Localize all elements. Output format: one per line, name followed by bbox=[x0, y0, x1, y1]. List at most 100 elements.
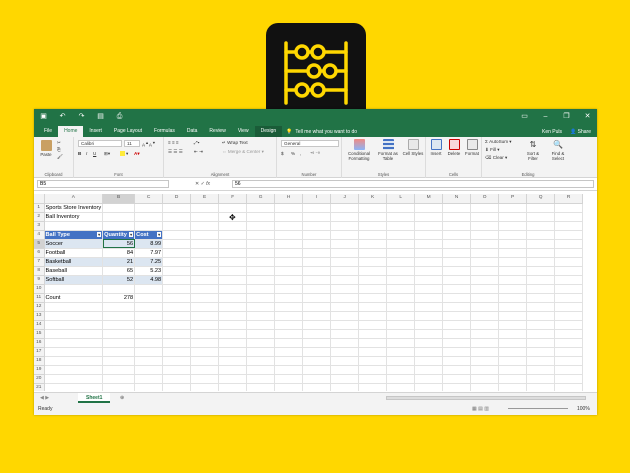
cell[interactable] bbox=[246, 257, 276, 267]
cell[interactable] bbox=[386, 266, 416, 276]
cell[interactable] bbox=[162, 347, 192, 357]
cell[interactable] bbox=[386, 356, 416, 366]
table-header-cell[interactable]: Ball Type ▾ bbox=[44, 230, 104, 240]
sheet-tab[interactable]: Sheet1 bbox=[78, 393, 111, 403]
quantity-cell[interactable]: 65 bbox=[102, 266, 136, 276]
cell[interactable] bbox=[190, 329, 220, 339]
filter-dropdown-icon[interactable]: ▾ bbox=[97, 231, 102, 237]
cell[interactable] bbox=[246, 266, 276, 276]
cell[interactable] bbox=[386, 383, 416, 391]
cell[interactable] bbox=[526, 329, 556, 339]
cell[interactable] bbox=[358, 266, 388, 276]
share-button[interactable]: 👤 Share bbox=[570, 129, 591, 135]
cell[interactable] bbox=[302, 257, 332, 267]
row-header[interactable]: 7 bbox=[34, 257, 45, 267]
cell[interactable] bbox=[218, 320, 248, 330]
ball-type-cell[interactable]: Basketball bbox=[44, 257, 104, 267]
cell[interactable] bbox=[190, 239, 220, 249]
clear-button[interactable]: ⌫ Clear ▾ bbox=[485, 155, 507, 161]
cell[interactable] bbox=[414, 248, 444, 258]
row-header[interactable]: 6 bbox=[34, 248, 45, 258]
col-header[interactable]: O bbox=[470, 194, 500, 204]
cell[interactable] bbox=[414, 356, 444, 366]
cell[interactable] bbox=[554, 347, 584, 357]
cell[interactable] bbox=[44, 374, 104, 384]
cell[interactable] bbox=[218, 347, 248, 357]
cell[interactable] bbox=[274, 212, 304, 222]
cell[interactable] bbox=[134, 293, 164, 303]
col-header[interactable]: G bbox=[246, 194, 276, 204]
cell[interactable] bbox=[358, 230, 388, 240]
cell[interactable] bbox=[218, 302, 248, 312]
cell[interactable] bbox=[470, 356, 500, 366]
cell[interactable] bbox=[442, 347, 472, 357]
cell[interactable] bbox=[554, 302, 584, 312]
cell[interactable] bbox=[414, 212, 444, 222]
cell[interactable] bbox=[274, 338, 304, 348]
cell[interactable] bbox=[414, 221, 444, 231]
cell[interactable] bbox=[358, 275, 388, 285]
close-icon[interactable]: ✕ bbox=[584, 113, 591, 120]
cell[interactable] bbox=[470, 284, 500, 294]
cell[interactable] bbox=[358, 365, 388, 375]
cell[interactable] bbox=[274, 383, 304, 391]
cell[interactable] bbox=[442, 365, 472, 375]
cell[interactable] bbox=[498, 329, 528, 339]
cell[interactable] bbox=[134, 320, 164, 330]
cell[interactable] bbox=[414, 239, 444, 249]
fill-color-icon[interactable]: ▾ bbox=[120, 151, 128, 157]
cell[interactable] bbox=[498, 284, 528, 294]
row-header[interactable]: 14 bbox=[34, 320, 45, 330]
row-header[interactable]: 2 bbox=[34, 212, 45, 222]
cell[interactable] bbox=[386, 284, 416, 294]
cell[interactable] bbox=[274, 239, 304, 249]
col-header[interactable]: F bbox=[218, 194, 248, 204]
tab-data[interactable]: Data bbox=[181, 126, 204, 137]
cell[interactable] bbox=[330, 203, 360, 213]
cell[interactable] bbox=[554, 239, 584, 249]
cell[interactable] bbox=[190, 374, 220, 384]
sheet-title-cell[interactable]: Sports Store Inventory bbox=[44, 203, 104, 213]
cell[interactable] bbox=[190, 248, 220, 258]
cell[interactable] bbox=[190, 383, 220, 391]
tab-page-layout[interactable]: Page Layout bbox=[108, 126, 148, 137]
sort-filter-button[interactable]: ⇅ Sort & Filter bbox=[522, 139, 544, 161]
cell[interactable] bbox=[162, 284, 192, 294]
cell[interactable] bbox=[302, 374, 332, 384]
row-header[interactable]: 21 bbox=[34, 383, 45, 391]
cell[interactable] bbox=[162, 302, 192, 312]
cell[interactable] bbox=[44, 221, 104, 231]
cell[interactable] bbox=[526, 266, 556, 276]
cell[interactable] bbox=[246, 338, 276, 348]
cell[interactable] bbox=[414, 329, 444, 339]
cell[interactable] bbox=[102, 347, 136, 357]
quantity-cell[interactable]: 84 bbox=[102, 248, 136, 258]
cell[interactable] bbox=[246, 275, 276, 285]
cost-cell[interactable]: 7.97 bbox=[134, 248, 164, 258]
cell[interactable] bbox=[274, 365, 304, 375]
filter-dropdown-icon[interactable]: ▾ bbox=[157, 231, 162, 237]
cell[interactable] bbox=[470, 374, 500, 384]
tab-review[interactable]: Review bbox=[203, 126, 231, 137]
cell[interactable] bbox=[246, 329, 276, 339]
cell[interactable] bbox=[330, 329, 360, 339]
cell[interactable] bbox=[498, 293, 528, 303]
col-header[interactable]: A bbox=[44, 194, 104, 204]
find-select-button[interactable]: 🔍 Find & Select bbox=[546, 139, 570, 161]
count-value-cell[interactable]: 278 bbox=[102, 293, 136, 303]
cell[interactable] bbox=[554, 248, 584, 258]
cell[interactable] bbox=[134, 311, 164, 321]
cell[interactable] bbox=[274, 356, 304, 366]
cell[interactable] bbox=[330, 374, 360, 384]
cell[interactable] bbox=[102, 374, 136, 384]
decimal-icon[interactable]: ⁺⁰ ⁻⁰ bbox=[310, 151, 320, 157]
cell[interactable] bbox=[498, 203, 528, 213]
cell[interactable] bbox=[218, 257, 248, 267]
add-sheet-icon[interactable]: ⊕ bbox=[120, 393, 124, 403]
horizontal-scrollbar[interactable] bbox=[386, 396, 586, 400]
row-header[interactable]: 1 bbox=[34, 203, 45, 213]
row-header[interactable]: 13 bbox=[34, 311, 45, 321]
cell[interactable] bbox=[554, 221, 584, 231]
cell[interactable] bbox=[442, 302, 472, 312]
cell[interactable] bbox=[498, 365, 528, 375]
